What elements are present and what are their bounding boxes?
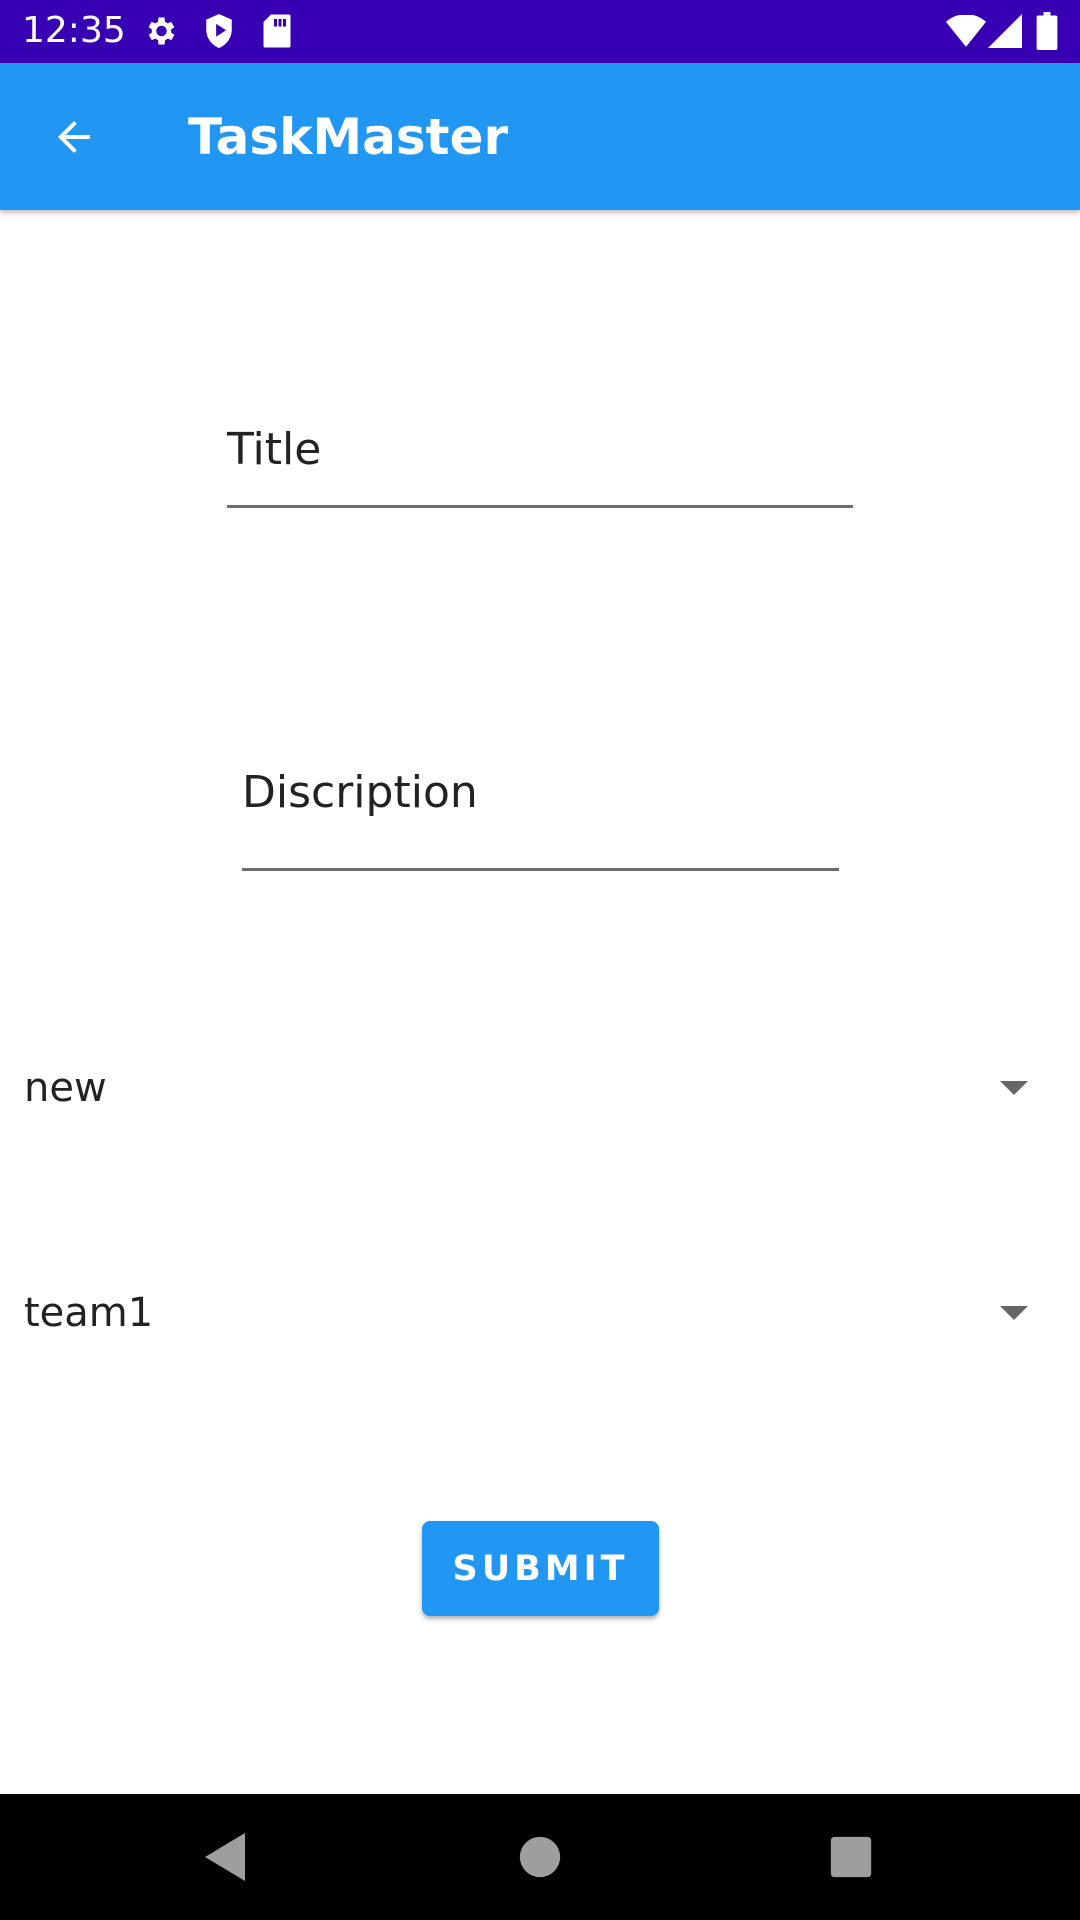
description-input[interactable]: Discription <box>242 761 839 871</box>
recents-square-icon[interactable] <box>818 1824 884 1890</box>
title-input[interactable]: Title <box>227 420 853 508</box>
status-time: 12:35 <box>22 10 126 51</box>
dropdown-arrow-icon <box>1000 1306 1028 1320</box>
navigation-bar <box>0 1794 1080 1920</box>
submit-button[interactable]: SUBMIT <box>422 1521 659 1616</box>
team-spinner[interactable]: team1 <box>0 1258 1080 1368</box>
description-input-hint: Discription <box>242 767 478 818</box>
status-bar: 12:35 <box>0 0 1080 63</box>
shield-play-icon <box>202 12 236 50</box>
state-spinner-value: new <box>24 1065 107 1111</box>
battery-icon <box>1036 12 1058 50</box>
app-bar: TaskMaster <box>0 63 1080 210</box>
gear-icon <box>142 12 178 50</box>
title-input-hint: Title <box>227 424 322 475</box>
signal-icon <box>988 12 1022 50</box>
wifi-icon <box>946 12 986 50</box>
team-spinner-value: team1 <box>24 1290 154 1336</box>
dropdown-arrow-icon <box>1000 1081 1028 1095</box>
state-spinner[interactable]: new <box>0 1033 1080 1143</box>
arrow-back-icon <box>58 121 90 153</box>
sd-card-icon <box>262 12 292 50</box>
back-triangle-icon[interactable] <box>192 1824 258 1890</box>
back-button[interactable] <box>40 107 108 167</box>
app-title: TaskMaster <box>188 108 509 166</box>
home-circle-icon[interactable] <box>507 1824 573 1890</box>
